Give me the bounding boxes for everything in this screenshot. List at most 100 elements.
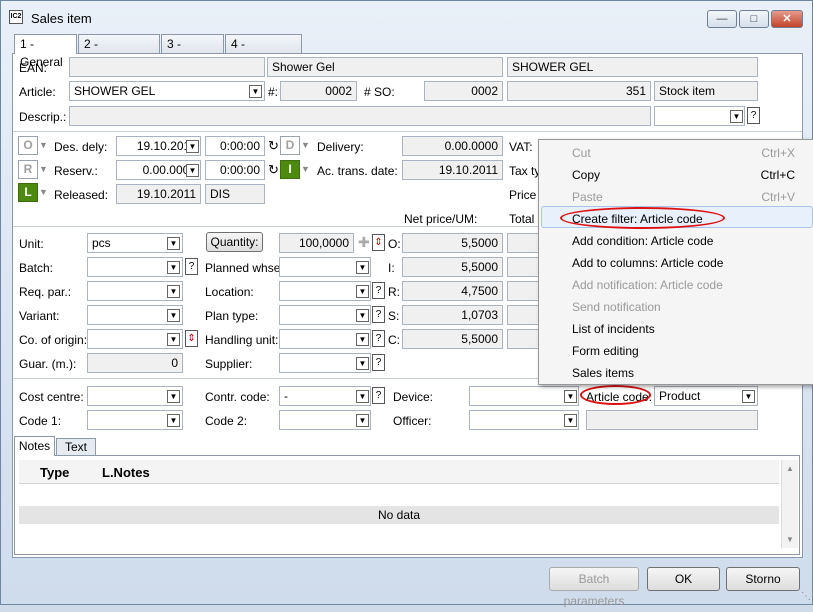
menu-item-list-of-incidents[interactable]: List of incidents	[572, 322, 655, 336]
device-select[interactable]	[469, 386, 579, 406]
hash-field[interactable]: 0002	[280, 81, 357, 101]
ok-button[interactable]: OK	[647, 567, 720, 591]
descrip-help-icon[interactable]: ?	[747, 107, 760, 124]
item-name-upper-field[interactable]: SHOWER GEL	[507, 57, 758, 77]
ean-field[interactable]	[69, 57, 265, 77]
status-o-button[interactable]: O	[18, 136, 38, 155]
variant-dropdown-icon[interactable]: ▼	[167, 309, 180, 322]
contr-code-dropdown-icon[interactable]: ▼	[356, 390, 369, 403]
price-r-field[interactable]: 4,7500	[402, 281, 503, 301]
price-r-extra-field[interactable]	[507, 281, 539, 301]
resize-grip-icon[interactable]: ⋱	[801, 591, 811, 602]
planned-whse-dropdown-icon[interactable]: ▼	[356, 261, 369, 274]
menu-item-paste[interactable]: Paste	[572, 190, 603, 204]
so-field[interactable]: 0002	[424, 81, 503, 101]
article-code-dropdown-icon[interactable]: ▼	[742, 390, 755, 403]
origin-dropdown-icon[interactable]: ▼	[167, 333, 180, 346]
storno-button[interactable]: Storno	[726, 567, 800, 591]
delivery-field[interactable]: 0.00.0000	[402, 136, 503, 156]
menu-item-form-editing[interactable]: Form editing	[572, 344, 639, 358]
article-dropdown-icon[interactable]: ▼	[249, 85, 262, 98]
status-d-dropdown-icon[interactable]: ▼	[301, 136, 314, 155]
des-dely-dropdown-icon[interactable]: ▼	[186, 140, 199, 153]
scroll-up-icon[interactable]: ▲	[782, 464, 798, 473]
location-dropdown-icon[interactable]: ▼	[356, 285, 369, 298]
tab-parameters[interactable]: 2 - Parameters	[78, 34, 160, 69]
stock-item-field[interactable]: Stock item	[654, 81, 758, 101]
des-dely-time-field[interactable]: 0:00:00	[205, 136, 265, 156]
price-c-field[interactable]: 5,5000	[402, 329, 503, 349]
tab-notes[interactable]: Notes	[14, 436, 55, 456]
batch-dropdown-icon[interactable]: ▼	[167, 261, 180, 274]
item-name-field[interactable]: Shower Gel	[267, 57, 503, 77]
qty-field[interactable]: 351	[507, 81, 651, 101]
price-c-extra-field[interactable]	[507, 329, 539, 349]
plus-icon[interactable]: ✚	[358, 234, 370, 251]
officer-dropdown-icon[interactable]: ▼	[564, 414, 577, 427]
price-s-field[interactable]: 1,0703	[402, 305, 503, 325]
menu-item-add-condition[interactable]: Add condition: Article code	[572, 234, 713, 248]
released-date-field[interactable]: 19.10.2011	[116, 184, 201, 204]
plan-type-dropdown-icon[interactable]: ▼	[356, 309, 369, 322]
price-o-extra-field[interactable]	[507, 233, 539, 253]
officer-select[interactable]	[469, 410, 579, 430]
status-i-button[interactable]: I	[280, 160, 300, 179]
menu-item-send-notification[interactable]: Send notification	[572, 300, 661, 314]
menu-item-copy[interactable]: Copy	[572, 168, 600, 182]
quantity-field[interactable]: 100,0000	[279, 233, 354, 253]
quantity-button[interactable]: Quantity:	[206, 232, 263, 252]
code1-dropdown-icon[interactable]: ▼	[167, 414, 180, 427]
title-bar[interactable]: IC2 Sales item — □ ✕	[1, 1, 812, 33]
contr-code-help-icon[interactable]: ?	[372, 387, 385, 404]
tab-inferior[interactable]: 3 - Inferior	[161, 34, 224, 69]
origin-spin-icon[interactable]: ⇕	[185, 330, 198, 347]
location-help-icon[interactable]: ?	[372, 282, 385, 299]
reserv-time-field[interactable]: 0:00:00	[205, 160, 265, 180]
guarantee-field[interactable]: 0	[87, 353, 183, 373]
status-o-dropdown-icon[interactable]: ▼	[39, 136, 52, 155]
handling-unit-dropdown-icon[interactable]: ▼	[356, 333, 369, 346]
col-type-header[interactable]: Type	[40, 465, 69, 480]
close-button[interactable]: ✕	[771, 10, 803, 28]
status-l-dropdown-icon[interactable]: ▼	[39, 183, 52, 202]
refresh-icon[interactable]: ↻	[268, 138, 279, 154]
menu-item-add-notification[interactable]: Add notification: Article code	[572, 278, 723, 292]
price-o-field[interactable]: 5,5000	[402, 233, 503, 253]
tab-text[interactable]: Text	[56, 438, 96, 456]
cost-centre-dropdown-icon[interactable]: ▼	[167, 390, 180, 403]
status-r-button[interactable]: R	[18, 160, 38, 179]
quantity-spin-icon[interactable]: ⇕	[372, 234, 385, 251]
status-i-dropdown-icon[interactable]: ▼	[301, 160, 314, 179]
ac-trans-date-field[interactable]: 19.10.2011	[402, 160, 503, 180]
batch-parameters-button[interactable]: Batch parameters	[549, 567, 639, 608]
device-dropdown-icon[interactable]: ▼	[564, 390, 577, 403]
article-select[interactable]: SHOWER GEL	[69, 81, 265, 101]
price-s-extra-field[interactable]	[507, 305, 539, 325]
code2-dropdown-icon[interactable]: ▼	[356, 414, 369, 427]
tab-dimensions[interactable]: 4 - Dimensions	[225, 34, 302, 69]
descrip-field[interactable]	[69, 106, 651, 126]
status-l-button[interactable]: L	[18, 183, 38, 202]
plan-type-help-icon[interactable]: ?	[372, 306, 385, 323]
req-par-dropdown-icon[interactable]: ▼	[167, 285, 180, 298]
menu-item-sales-items[interactable]: Sales items	[572, 366, 634, 380]
minimize-button[interactable]: —	[707, 10, 737, 28]
price-i-extra-field[interactable]	[507, 257, 539, 277]
col-notes-header[interactable]: L.Notes	[102, 465, 150, 480]
reserv-dropdown-icon[interactable]: ▼	[186, 164, 199, 177]
price-i-field[interactable]: 5,5000	[402, 257, 503, 277]
supplier-dropdown-icon[interactable]: ▼	[356, 357, 369, 370]
unit-dropdown-icon[interactable]: ▼	[167, 237, 180, 250]
menu-item-add-to-columns[interactable]: Add to columns: Article code	[572, 256, 723, 270]
notes-scrollbar[interactable]: ▲ ▼	[781, 460, 798, 548]
descrip-dropdown-icon[interactable]: ▼	[730, 110, 743, 123]
menu-item-cut[interactable]: Cut	[572, 146, 591, 160]
supplier-help-icon[interactable]: ?	[372, 354, 385, 371]
status-r-dropdown-icon[interactable]: ▼	[39, 160, 52, 179]
status-d-button[interactable]: D	[280, 136, 300, 155]
maximize-button[interactable]: □	[739, 10, 769, 28]
refresh-icon[interactable]: ↻	[268, 162, 279, 178]
tab-general[interactable]: 1 - General	[14, 34, 77, 69]
batch-help-icon[interactable]: ?	[185, 258, 198, 275]
officer-name-field[interactable]	[586, 410, 758, 430]
